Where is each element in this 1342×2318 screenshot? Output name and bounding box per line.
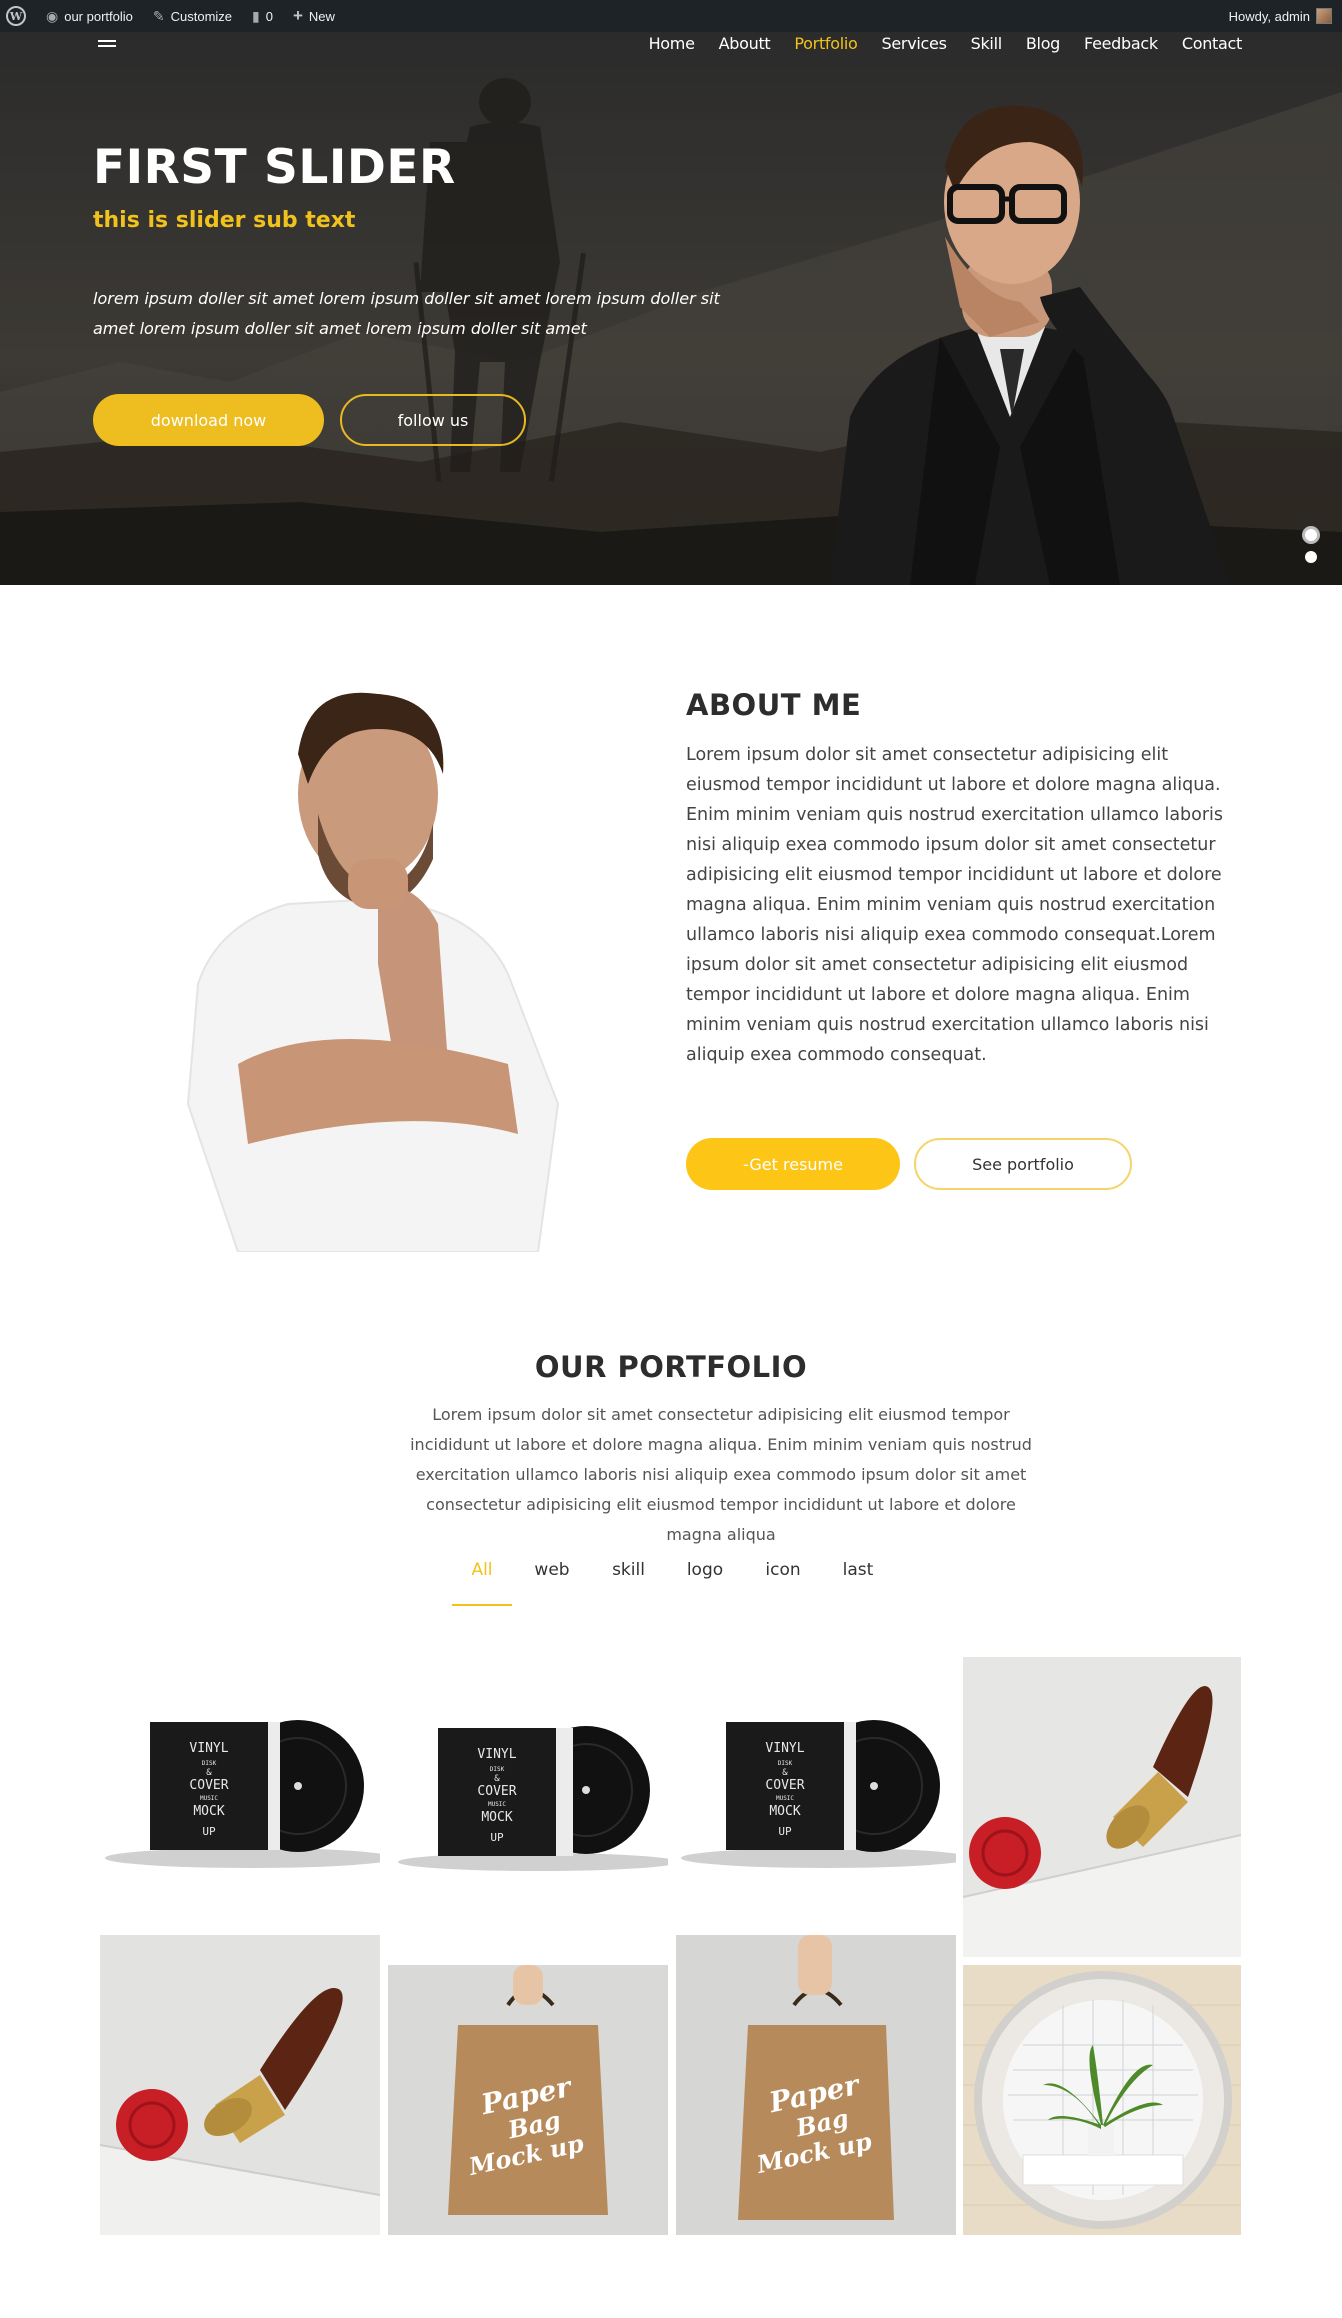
portfolio-text: Lorem ipsum dolor sit amet consectetur a… xyxy=(410,1405,1032,1544)
follow-us-button[interactable]: follow us xyxy=(340,394,526,446)
slider-dot-2[interactable] xyxy=(1305,551,1317,563)
hamburger-menu-icon[interactable] xyxy=(98,40,116,47)
portfolio-title: OUR PORTFOLIO xyxy=(534,1350,808,1384)
comments-link[interactable]: ▮ 0 xyxy=(242,0,283,32)
svg-text:UP: UP xyxy=(202,1825,216,1838)
about-title: ABOUT ME xyxy=(686,688,862,722)
admin-bar: W ◉ our portfolio ✎ Customize ▮ 0 + New … xyxy=(0,0,1342,32)
wordpress-icon: W xyxy=(6,6,26,26)
menu: Home Aboutt Portfolio Services Skill Blo… xyxy=(649,34,1243,53)
filter-web[interactable]: web xyxy=(512,1560,592,1606)
customize-label: Customize xyxy=(170,8,233,24)
portfolio-item-vinyl-2[interactable]: VINYL DISK & COVER MUSIC MOCK UP xyxy=(388,1690,668,1874)
plus-icon: + xyxy=(292,6,303,25)
svg-text:MOCK: MOCK xyxy=(769,1804,800,1819)
nav-services[interactable]: Services xyxy=(882,34,947,53)
slider-dot-1[interactable] xyxy=(1302,526,1320,544)
portfolio-item-vinyl-3[interactable]: VINYL DISK & COVER MUSIC MOCK UP xyxy=(676,1690,956,1874)
filter-last[interactable]: last xyxy=(821,1560,895,1606)
new-label: New xyxy=(308,8,335,24)
hero-slider: Home Aboutt Portfolio Services Skill Blo… xyxy=(0,32,1342,585)
filter-logo[interactable]: logo xyxy=(665,1560,745,1606)
portfolio-item-vinyl-1[interactable]: VINYL DISK & COVER MUSIC MOCK UP xyxy=(100,1690,380,1874)
svg-text:MUSIC: MUSIC xyxy=(776,1795,794,1802)
site-name: our portfolio xyxy=(64,8,133,24)
portfolio-item-paper-bag-1[interactable]: Paper Bag Mock up xyxy=(388,1965,668,2235)
svg-text:DISK: DISK xyxy=(778,1760,793,1767)
svg-text:MUSIC: MUSIC xyxy=(488,1801,506,1808)
svg-text:VINYL: VINYL xyxy=(189,1741,228,1756)
nav-feedback[interactable]: Feedback xyxy=(1084,34,1158,53)
hero-title: FIRST SLIDER xyxy=(93,140,456,195)
svg-text:MUSIC: MUSIC xyxy=(200,1795,218,1802)
svg-text:MOCK: MOCK xyxy=(481,1810,512,1825)
about-text: Lorem ipsum dolor sit amet consectetur a… xyxy=(686,745,1224,1065)
nav-home[interactable]: Home xyxy=(649,34,695,53)
svg-text:&: & xyxy=(782,1768,788,1778)
new-content-menu[interactable]: + New xyxy=(283,0,345,32)
portfolio-item-plant-mirror[interactable] xyxy=(963,1965,1241,2235)
svg-text:MOCK: MOCK xyxy=(193,1804,224,1819)
svg-text:COVER: COVER xyxy=(765,1778,804,1793)
nav-skill[interactable]: Skill xyxy=(971,34,1003,53)
site-name-menu[interactable]: ◉ our portfolio xyxy=(36,0,143,32)
hero-man-image xyxy=(830,105,1230,585)
svg-text:&: & xyxy=(494,1774,500,1784)
svg-text:DISK: DISK xyxy=(490,1766,505,1773)
brush-icon: ✎ xyxy=(152,7,165,24)
download-now-button[interactable]: download now xyxy=(93,394,324,446)
nav-portfolio[interactable]: Portfolio xyxy=(794,34,857,53)
filter-icon[interactable]: icon xyxy=(745,1560,821,1606)
dashboard-icon: ◉ xyxy=(46,7,59,24)
nav-about[interactable]: Aboutt xyxy=(719,34,771,53)
portfolio-item-wax-seal-1[interactable] xyxy=(963,1657,1241,1957)
hero-subtitle: this is slider sub text xyxy=(93,208,356,233)
nav-blog[interactable]: Blog xyxy=(1026,34,1060,53)
svg-text:DISK: DISK xyxy=(202,1760,217,1767)
svg-text:&: & xyxy=(206,1768,212,1778)
svg-text:UP: UP xyxy=(778,1825,792,1838)
comments-count: 0 xyxy=(265,8,273,24)
svg-text:UP: UP xyxy=(490,1831,504,1844)
wp-logo-menu[interactable]: W xyxy=(0,0,36,32)
svg-text:COVER: COVER xyxy=(189,1778,228,1793)
svg-text:VINYL: VINYL xyxy=(477,1747,516,1762)
hero-text: lorem ipsum doller sit amet lorem ipsum … xyxy=(93,289,720,338)
about-man-image xyxy=(186,692,560,1252)
slider-pagination xyxy=(1302,526,1320,563)
main-navigation: Home Aboutt Portfolio Services Skill Blo… xyxy=(0,32,1342,68)
svg-text:COVER: COVER xyxy=(477,1784,516,1799)
comment-icon: ▮ xyxy=(252,7,260,24)
portfolio-item-wax-seal-2[interactable] xyxy=(100,1935,380,2235)
avatar xyxy=(1316,8,1332,24)
see-portfolio-button[interactable]: See portfolio xyxy=(914,1138,1132,1190)
page: W ◉ our portfolio ✎ Customize ▮ 0 + New … xyxy=(0,0,1342,2318)
get-resume-button[interactable]: -Get resume xyxy=(686,1138,900,1190)
portfolio-item-paper-bag-2[interactable]: Paper Bag Mock up xyxy=(676,1935,956,2235)
howdy-label: Howdy, admin xyxy=(1228,8,1310,24)
nav-contact[interactable]: Contact xyxy=(1182,34,1242,53)
customize-link[interactable]: ✎ Customize xyxy=(143,0,242,32)
filter-all[interactable]: All xyxy=(452,1560,512,1606)
portfolio-filters: All web skill logo icon last xyxy=(452,1560,895,1606)
filter-skill[interactable]: skill xyxy=(592,1560,665,1606)
svg-text:VINYL: VINYL xyxy=(765,1741,804,1756)
my-account-menu[interactable]: Howdy, admin xyxy=(1219,0,1342,32)
